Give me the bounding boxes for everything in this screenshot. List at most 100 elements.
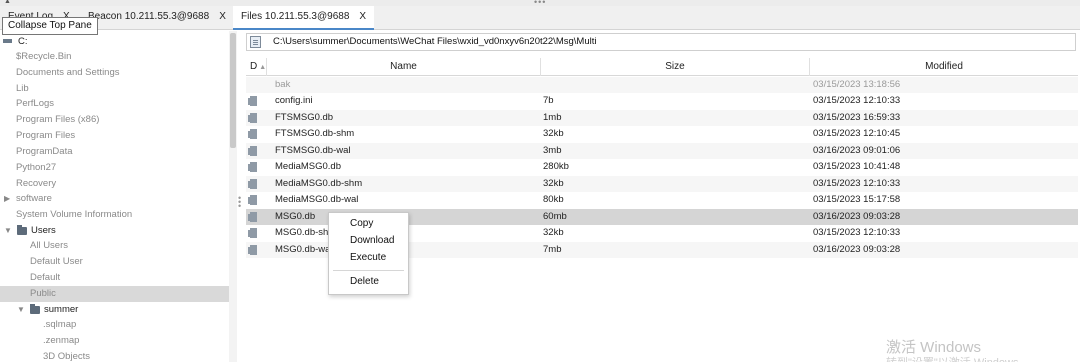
menu-item-delete[interactable]: Delete bbox=[329, 273, 408, 290]
tab-files[interactable]: Files 10.211.55.3@9688 X bbox=[233, 6, 375, 30]
menu-item-download[interactable]: Download bbox=[329, 232, 408, 249]
tree-item[interactable]: $Recycle.Bin bbox=[0, 49, 229, 65]
tree-item[interactable]: .sqlmap bbox=[0, 317, 229, 333]
folder-icon bbox=[17, 225, 27, 235]
sort-ascending-icon: ▲ bbox=[259, 64, 267, 71]
activation-watermark-subtitle: 转到"设置"以激活 Windows bbox=[886, 354, 1019, 362]
tree-item[interactable]: ProgramData bbox=[0, 144, 229, 160]
file-name: MSG0.db bbox=[275, 211, 316, 222]
expand-arrow-icon[interactable]: ▶ bbox=[4, 191, 10, 207]
tab-beacon[interactable]: Beacon 10.211.55.3@9688 X bbox=[80, 6, 234, 30]
table-row[interactable]: config.ini 7b 03/15/2023 12:10:33 bbox=[246, 93, 1078, 109]
tree-item-label: Default bbox=[30, 272, 61, 283]
tree-item-label: Program Files (x86) bbox=[16, 114, 100, 125]
file-modified: 03/16/2023 09:03:28 bbox=[813, 211, 901, 222]
file-icon bbox=[248, 113, 257, 123]
scrollbar-thumb[interactable] bbox=[230, 33, 236, 148]
tree-item-label: Python27 bbox=[16, 162, 57, 173]
file-modified: 03/15/2023 12:10:33 bbox=[813, 227, 901, 238]
column-d[interactable]: D ▲ bbox=[246, 58, 267, 76]
file-table-header: D ▲ Name Size Modified bbox=[246, 58, 1078, 76]
file-icon bbox=[248, 96, 257, 106]
folder-icon bbox=[30, 304, 40, 314]
menu-item-copy[interactable]: Copy bbox=[329, 215, 408, 232]
menu-item-execute[interactable]: Execute bbox=[329, 249, 408, 266]
column-name[interactable]: Name bbox=[267, 58, 541, 76]
file-modified: 03/15/2023 15:17:58 bbox=[813, 194, 901, 205]
context-menu: Copy Download Execute Delete bbox=[328, 212, 409, 295]
table-row[interactable]: MediaMSG0.db-wal 80kb 03/15/2023 15:17:5… bbox=[246, 192, 1078, 208]
tree-item[interactable]: Python27 bbox=[0, 160, 229, 176]
tab-close-button[interactable]: X bbox=[359, 11, 366, 22]
column-label: Size bbox=[665, 61, 685, 72]
tab-close-button[interactable]: X bbox=[219, 11, 226, 22]
tree-item[interactable]: Default bbox=[0, 270, 229, 286]
column-size[interactable]: Size bbox=[541, 58, 810, 76]
tree-item[interactable]: Program Files bbox=[0, 128, 229, 144]
tree-item[interactable]: Recovery bbox=[0, 176, 229, 192]
column-label: D bbox=[250, 61, 258, 72]
tree-item-summer[interactable]: ▼ summer bbox=[0, 302, 229, 318]
tree-item[interactable]: Lib bbox=[0, 81, 229, 97]
table-row[interactable]: MediaMSG0.db 280kb 03/15/2023 10:41:48 bbox=[246, 159, 1078, 175]
file-size: 32kb bbox=[543, 227, 564, 238]
tree-item-label: Documents and Settings bbox=[16, 67, 120, 78]
tree-item-label: .zenmap bbox=[43, 335, 80, 346]
tree-item-label: Program Files bbox=[16, 130, 76, 141]
tree-item-label: Default User bbox=[30, 256, 83, 267]
drive-icon bbox=[3, 39, 12, 43]
file-icon bbox=[248, 146, 257, 156]
tooltip: Collapse Top Pane bbox=[2, 17, 98, 35]
tree-item-label: summer bbox=[44, 304, 79, 315]
path-field[interactable]: C:\Users\summer\Documents\WeChat Files\w… bbox=[246, 33, 1076, 51]
file-icon bbox=[248, 179, 257, 189]
tree-item-drive[interactable]: C: bbox=[0, 34, 229, 50]
tree-item[interactable]: All Users bbox=[0, 238, 229, 254]
directory-tree[interactable]: C: $Recycle.Bin Documents and Settings L… bbox=[0, 31, 229, 362]
tree-item-label: Users bbox=[31, 225, 56, 236]
file-size: 80kb bbox=[543, 194, 564, 205]
file-size: 32kb bbox=[543, 178, 564, 189]
file-modified: 03/15/2023 12:10:45 bbox=[813, 128, 901, 139]
file-modified: 03/15/2023 12:10:33 bbox=[813, 178, 901, 189]
tree-item-selected[interactable]: Public bbox=[0, 286, 229, 302]
tree-item[interactable]: 3D Objects bbox=[0, 349, 229, 362]
tree-item-label: All Users bbox=[30, 240, 69, 251]
path-text[interactable]: C:\Users\summer\Documents\WeChat Files\w… bbox=[273, 34, 596, 50]
tree-item[interactable]: Program Files (x86) bbox=[0, 112, 229, 128]
file-modified: 03/15/2023 16:59:33 bbox=[813, 112, 901, 123]
tree-item-software[interactable]: ▶ software bbox=[0, 191, 229, 207]
tree-item-label: ProgramData bbox=[16, 146, 73, 157]
file-icon bbox=[248, 212, 257, 222]
tree-item-label: Lib bbox=[16, 83, 29, 94]
table-row[interactable]: FTSMSG0.db-shm 32kb 03/15/2023 12:10:45 bbox=[246, 126, 1078, 142]
file-icon bbox=[248, 245, 257, 255]
tree-scrollbar[interactable] bbox=[229, 31, 237, 362]
table-row[interactable]: FTSMSG0.db-wal 3mb 03/16/2023 09:01:06 bbox=[246, 143, 1078, 159]
pane-splitter-grip-icon[interactable]: • • • bbox=[238, 194, 241, 211]
tab-label: Files 10.211.55.3@9688 bbox=[241, 11, 350, 22]
tree-item-users[interactable]: ▼ Users bbox=[0, 223, 229, 239]
tree-item-label: Recovery bbox=[16, 178, 57, 189]
document-icon bbox=[250, 36, 261, 48]
file-modified: 03/16/2023 09:03:28 bbox=[813, 244, 901, 255]
table-row[interactable]: bak 03/15/2023 13:18:56 bbox=[246, 77, 1078, 93]
tree-item-label: PerfLogs bbox=[16, 98, 55, 109]
file-name: FTSMSG0.db bbox=[275, 112, 334, 123]
tree-item[interactable]: Default User bbox=[0, 254, 229, 270]
tree-item-label: C: bbox=[18, 36, 28, 47]
column-label: Name bbox=[390, 61, 417, 72]
column-modified[interactable]: Modified bbox=[810, 58, 1078, 76]
collapse-arrow-icon[interactable]: ▼ bbox=[17, 302, 25, 318]
file-icon bbox=[248, 129, 257, 139]
file-modified: 03/15/2023 13:18:56 bbox=[813, 79, 901, 90]
file-modified: 03/15/2023 12:10:33 bbox=[813, 95, 901, 106]
tree-item[interactable]: System Volume Information bbox=[0, 207, 229, 223]
tree-item[interactable]: Documents and Settings bbox=[0, 65, 229, 81]
file-modified: 03/15/2023 10:41:48 bbox=[813, 161, 901, 172]
tree-item[interactable]: .zenmap bbox=[0, 333, 229, 349]
table-row[interactable]: MediaMSG0.db-shm 32kb 03/15/2023 12:10:3… bbox=[246, 176, 1078, 192]
collapse-arrow-icon[interactable]: ▼ bbox=[4, 223, 12, 239]
table-row[interactable]: FTSMSG0.db 1mb 03/15/2023 16:59:33 bbox=[246, 110, 1078, 126]
tree-item[interactable]: PerfLogs bbox=[0, 96, 229, 112]
